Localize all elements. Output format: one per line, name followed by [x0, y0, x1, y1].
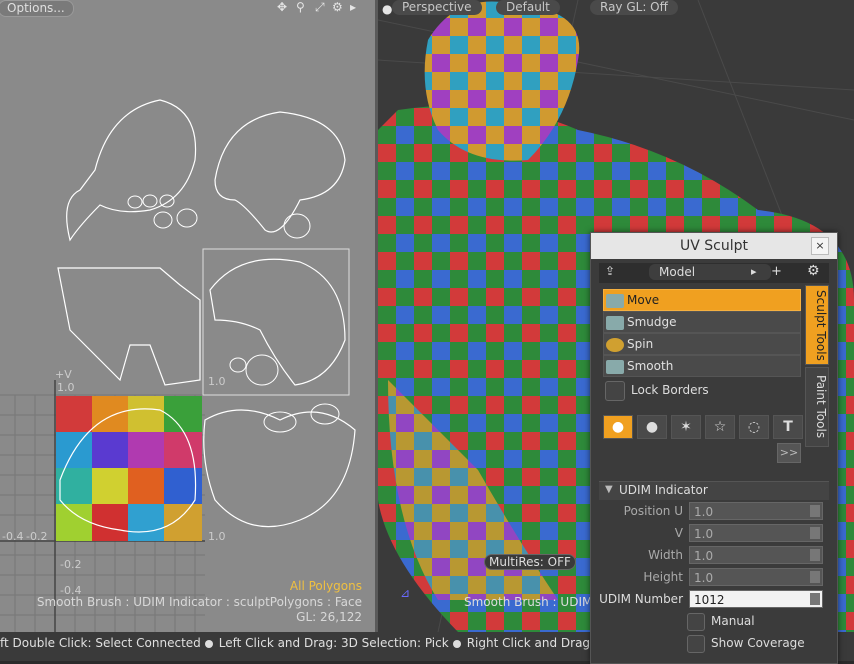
tool-smooth[interactable]: Smooth	[603, 355, 801, 377]
more-button[interactable]: >>	[777, 443, 801, 463]
show-coverage-checkbox[interactable]	[687, 635, 705, 653]
smudge-tool-icon	[606, 315, 624, 330]
udim-section-header[interactable]: ▼ UDIM Indicator	[599, 481, 829, 500]
collapse-arrow-icon[interactable]: ⇪	[605, 264, 615, 278]
spin-tool-icon	[606, 337, 624, 352]
tick-v-1: 1.0	[57, 381, 75, 394]
tick-neg02: -0.2	[60, 558, 82, 571]
dropdown-arrow-icon[interactable]: ▸	[751, 265, 757, 278]
position-v-label: V	[674, 526, 683, 540]
tool-smudge-label: Smudge	[627, 315, 677, 329]
tick-h-neg04: -0.4	[2, 530, 24, 543]
brush-splat-button[interactable]: ✶	[671, 415, 701, 439]
panel-title[interactable]: UV Sculpt	[591, 233, 837, 259]
add-icon[interactable]: +	[771, 264, 782, 279]
tool-smudge[interactable]: Smudge	[603, 311, 801, 333]
brush-soft-button[interactable]: ●	[603, 415, 633, 439]
stepper-icon[interactable]	[810, 571, 820, 583]
raygl-button[interactable]: Ray GL: Off	[590, 0, 678, 15]
position-u-label: Position U	[623, 504, 683, 518]
status-hint-2: Left Click and Drag: 3D Selection: Pick	[218, 636, 449, 650]
position-u-value: 1.0	[694, 505, 714, 519]
width-field[interactable]: 1.0	[689, 546, 823, 564]
tick-h-10: 1.0	[208, 530, 226, 543]
udim-number-field[interactable]: 1012	[689, 590, 823, 608]
width-label: Width	[648, 548, 683, 562]
perspective-button[interactable]: Perspective	[392, 0, 482, 15]
uv-canvas[interactable]	[0, 0, 375, 632]
tool-smooth-label: Smooth	[627, 359, 674, 373]
polygons-label: All Polygons	[289, 579, 362, 593]
tool-move[interactable]: Move	[603, 289, 801, 311]
status-dot-icon	[452, 639, 461, 648]
side-tabs: Sculpt Tools Paint Tools	[805, 285, 829, 447]
lock-borders-checkbox[interactable]	[605, 381, 625, 401]
selected-udim-outline	[202, 248, 350, 396]
stepper-icon[interactable]	[810, 527, 820, 539]
section-collapse-icon[interactable]: ▼	[605, 484, 613, 495]
udim-number-label: UDIM Number	[599, 592, 683, 606]
status-dot-icon	[204, 639, 213, 648]
viewport-menu-icon[interactable]: ●	[382, 2, 392, 16]
axis-v-label: +V	[55, 368, 72, 381]
position-u-field[interactable]: 1.0	[689, 502, 823, 520]
position-v-value: 1.0	[694, 527, 714, 541]
tool-spin[interactable]: Spin	[603, 333, 801, 355]
brush-custom-button[interactable]: ◌	[739, 415, 769, 439]
udim-tile-1001	[56, 396, 202, 541]
viewport-info: Smooth Brush : UDIM	[464, 595, 593, 609]
uv-sculpt-panel[interactable]: UV Sculpt × ⇪ Model ▸ + ⚙ Move Smudge Sp…	[590, 232, 838, 664]
show-coverage-label: Show Coverage	[711, 636, 805, 650]
manual-label: Manual	[711, 614, 755, 628]
axis-gizmo-icon: ⊿	[400, 586, 411, 600]
stepper-icon[interactable]	[810, 593, 820, 605]
tab-sculpt-tools[interactable]: Sculpt Tools	[805, 285, 829, 365]
move-tool-icon	[606, 293, 624, 308]
height-value: 1.0	[694, 571, 714, 585]
height-field[interactable]: 1.0	[689, 568, 823, 586]
close-button[interactable]: ×	[811, 237, 829, 255]
stepper-icon[interactable]	[810, 549, 820, 561]
multires-badge[interactable]: MultiRes: OFF	[484, 554, 576, 570]
brush-hard-button[interactable]: ●	[637, 415, 667, 439]
panel-header-bar: ⇪ Model ▸ + ⚙	[599, 263, 829, 283]
manual-checkbox[interactable]	[687, 613, 705, 631]
tick-h-neg02: -0.2	[26, 530, 48, 543]
lock-borders-label: Lock Borders	[631, 383, 709, 397]
tool-move-label: Move	[627, 293, 660, 307]
tool-spin-label: Spin	[627, 337, 654, 351]
brush-text-button[interactable]: T	[773, 415, 803, 439]
udim-header-label: UDIM Indicator	[619, 483, 708, 497]
status-hint-1: ft Double Click: Select Connected	[0, 636, 201, 650]
gl-count: GL: 26,122	[296, 610, 362, 624]
tab-paint-tools[interactable]: Paint Tools	[805, 367, 829, 447]
position-v-field[interactable]: 1.0	[689, 524, 823, 542]
uv-editor-pane[interactable]: Options... ✥ ⚲ ⤢ ⚙ ▸ +V 1.0 1.0 -0.2 -0.…	[0, 0, 375, 632]
brush-star-button[interactable]: ☆	[705, 415, 735, 439]
smooth-tool-icon	[606, 359, 624, 374]
default-style-button[interactable]: Default	[496, 0, 560, 15]
gear-icon[interactable]: ⚙	[807, 263, 820, 279]
stepper-icon[interactable]	[810, 505, 820, 517]
tick-u-1: 1.0	[208, 375, 226, 388]
udim-number-value: 1012	[694, 593, 725, 607]
height-label: Height	[643, 570, 683, 584]
width-value: 1.0	[694, 549, 714, 563]
uv-info-line: Smooth Brush : UDIM Indicator : sculptPo…	[36, 595, 362, 609]
